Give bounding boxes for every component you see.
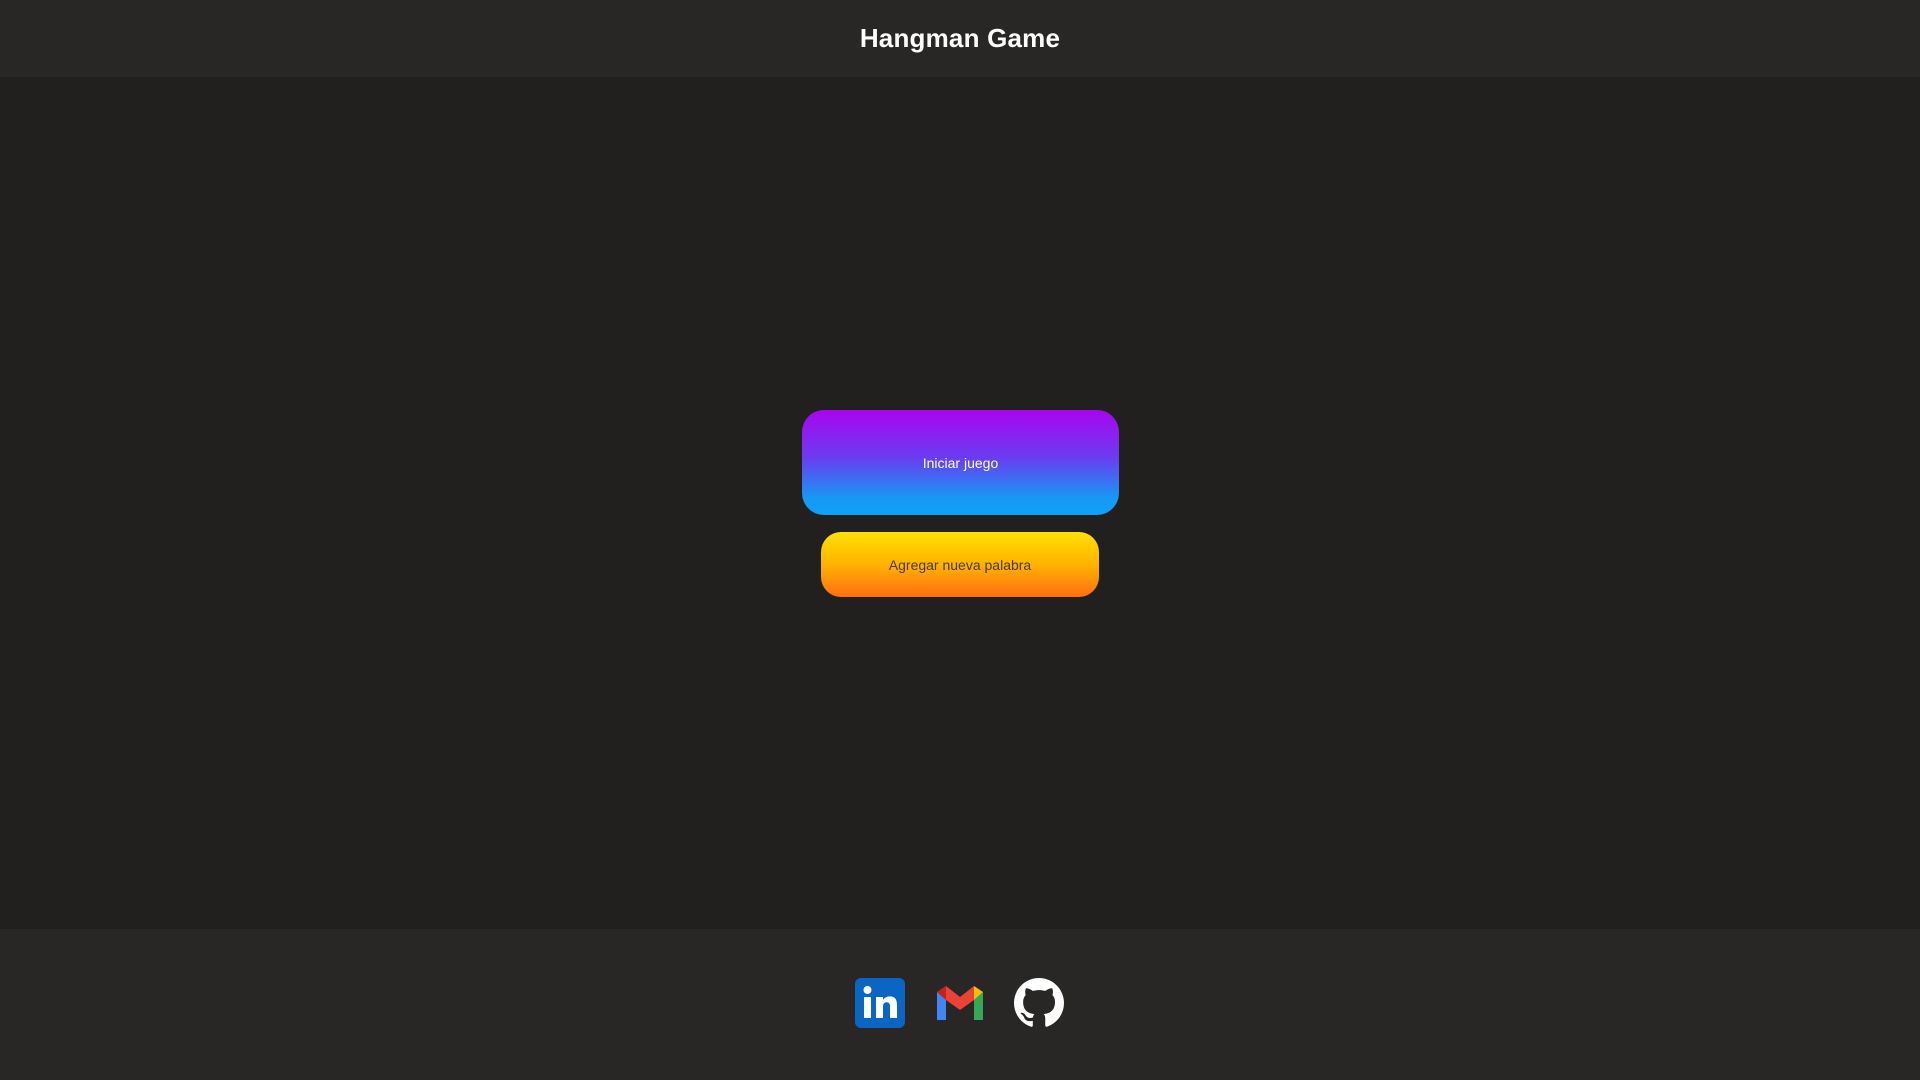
start-game-button[interactable]: Iniciar juego (802, 410, 1119, 515)
page-header: Hangman Game (0, 0, 1920, 77)
gmail-link[interactable] (935, 978, 985, 1028)
page-title: Hangman Game (859, 23, 1061, 53)
linkedin-link[interactable] (855, 978, 905, 1028)
main-content: Iniciar juego Agregar nueva palabra (0, 77, 1920, 929)
linkedin-icon (855, 978, 905, 1028)
page-footer (0, 929, 1920, 1080)
github-link[interactable] (1014, 978, 1064, 1028)
gmail-icon (937, 986, 983, 1020)
github-icon (1014, 978, 1064, 1027)
add-word-button[interactable]: Agregar nueva palabra (821, 532, 1099, 597)
